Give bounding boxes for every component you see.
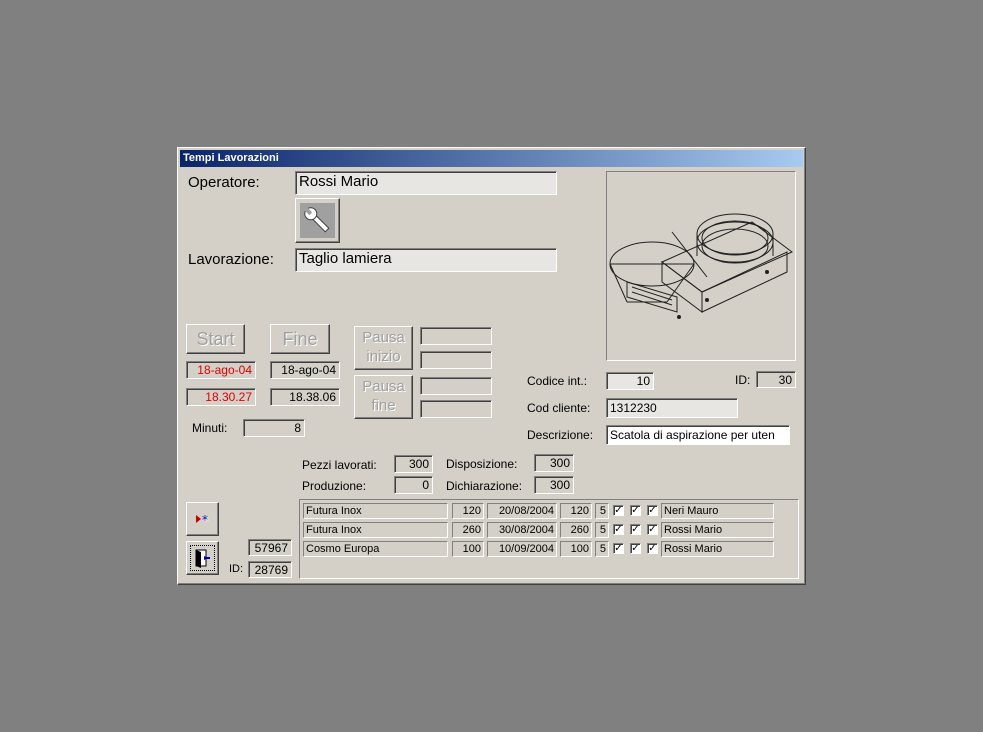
pausa-inizio-line2: inizio [366,348,401,365]
table-row[interactable]: Futura Inox 260 30/08/2004 260 5 ✓ ✓ ✓ Rossi Mar… [300,522,800,540]
checkbox-c1[interactable]: ✓ [613,524,624,535]
pausa-inizio-field-1[interactable] [420,327,492,345]
dichiarazione-field[interactable]: 300 [534,476,574,494]
record-number-field[interactable]: 57967 [248,539,292,556]
table-row[interactable]: Cosmo Europa 100 10/09/2004 100 5 ✓ ✓ ✓ Rossi Ma… [300,541,800,559]
pausa-fine-line1: Pausa [362,378,405,395]
dichiarazione-label: Dichiarazione: [446,479,523,493]
wrench-icon [300,203,335,238]
checkbox-c3[interactable]: ✓ [647,543,658,554]
produzione-field[interactable]: 0 [394,476,433,494]
minuti-label: Minuti: [192,421,228,435]
pausa-inizio-button[interactable]: Pausa inizio [354,326,413,370]
pezzi-lavorati-label: Pezzi lavorati: [302,458,377,472]
id-top-label: ID: [735,373,751,387]
quantita-cell[interactable]: 260 [452,522,484,538]
quantita-cell[interactable]: 120 [452,503,484,519]
pausa-fine-line2: fine [371,397,396,414]
table-row[interactable]: Futura Inox 120 20/08/2004 120 5 ✓ ✓ ✓ Neri Maur… [300,503,800,521]
descrizione-label: Descrizione: [527,428,594,442]
start-button[interactable]: Start [186,324,245,354]
new-record-button[interactable]: * [186,502,219,536]
disposizione-label: Disposizione: [446,457,518,471]
end-time-field[interactable]: 18.38.06 [270,388,340,406]
quantita2-cell[interactable]: 260 [560,522,592,538]
fine-button[interactable]: Fine [270,324,330,354]
id-top-field[interactable]: 30 [756,371,796,388]
pausa-inizio-field-2[interactable] [420,351,492,369]
codice-int-field[interactable]: 10 [606,372,654,390]
data-cell[interactable]: 30/08/2004 [487,522,557,538]
checkbox-c2[interactable]: ✓ [630,543,641,554]
lavorazioni-subform: Futura Inox 120 20/08/2004 120 5 ✓ ✓ ✓ Neri Maur… [299,499,799,579]
quantita2-cell[interactable]: 100 [560,541,592,557]
end-date-field[interactable]: 18-ago-04 [270,361,340,379]
id-bottom-label: ID: [229,563,244,575]
operatore-cell[interactable]: Neri Mauro [661,503,774,519]
cod-cliente-label: Cod cliente: [527,401,591,415]
cliente-cell[interactable]: Futura Inox [303,522,448,538]
n-cell[interactable]: 5 [595,503,609,519]
descrizione-field[interactable]: Scatola di aspirazione per uten [606,425,790,445]
checkbox-c2[interactable]: ✓ [630,505,641,516]
pezzi-lavorati-field[interactable]: 300 [394,455,433,473]
exit-door-icon [195,549,210,568]
tempi-lavorazioni-window: Tempi Lavorazioni Operatore: Rossi Mario… [177,147,806,585]
operatore-cell[interactable]: Rossi Mario [661,522,774,538]
product-drawing [609,213,793,319]
data-cell[interactable]: 20/08/2004 [487,503,557,519]
checkbox-c1[interactable]: ✓ [613,543,624,554]
operatore-label: Operatore: [188,174,260,191]
exit-button[interactable] [186,541,219,575]
pausa-fine-field-2[interactable] [420,400,492,418]
n-cell[interactable]: 5 [595,522,609,538]
pausa-inizio-line1: Pausa [362,329,405,346]
minuti-field[interactable]: 8 [243,419,305,437]
operatore-field[interactable]: Rossi Mario [295,171,557,195]
pausa-fine-button[interactable]: Pausa fine [354,375,413,419]
checkbox-c2[interactable]: ✓ [630,524,641,535]
start-time-field[interactable]: 18.30.27 [186,388,256,406]
quantita2-cell[interactable]: 120 [560,503,592,519]
lavorazione-field[interactable]: Taglio lamiera [295,248,557,272]
checkbox-c3[interactable]: ✓ [647,505,658,516]
produzione-label: Produzione: [302,479,367,493]
checkbox-c1[interactable]: ✓ [613,505,624,516]
cod-cliente-field[interactable]: 1312230 [606,398,738,418]
start-date-field[interactable]: 18-ago-04 [186,361,256,379]
new-record-icon: * [196,513,208,527]
tool-button[interactable] [295,198,340,243]
id-bottom-field[interactable]: 28769 [248,561,292,578]
cliente-cell[interactable]: Futura Inox [303,503,448,519]
disposizione-field[interactable]: 300 [534,454,574,472]
pausa-fine-field-1[interactable] [420,377,492,395]
svg-text:*: * [202,513,208,527]
checkbox-c3[interactable]: ✓ [647,524,658,535]
window-title: Tempi Lavorazioni [180,150,803,167]
n-cell[interactable]: 5 [595,541,609,557]
operatore-cell[interactable]: Rossi Mario [661,541,774,557]
lavorazione-label: Lavorazione: [188,251,274,268]
product-image [606,171,796,361]
data-cell[interactable]: 10/09/2004 [487,541,557,557]
quantita-cell[interactable]: 100 [452,541,484,557]
cliente-cell[interactable]: Cosmo Europa [303,541,448,557]
codice-int-label: Codice int.: [527,374,588,388]
